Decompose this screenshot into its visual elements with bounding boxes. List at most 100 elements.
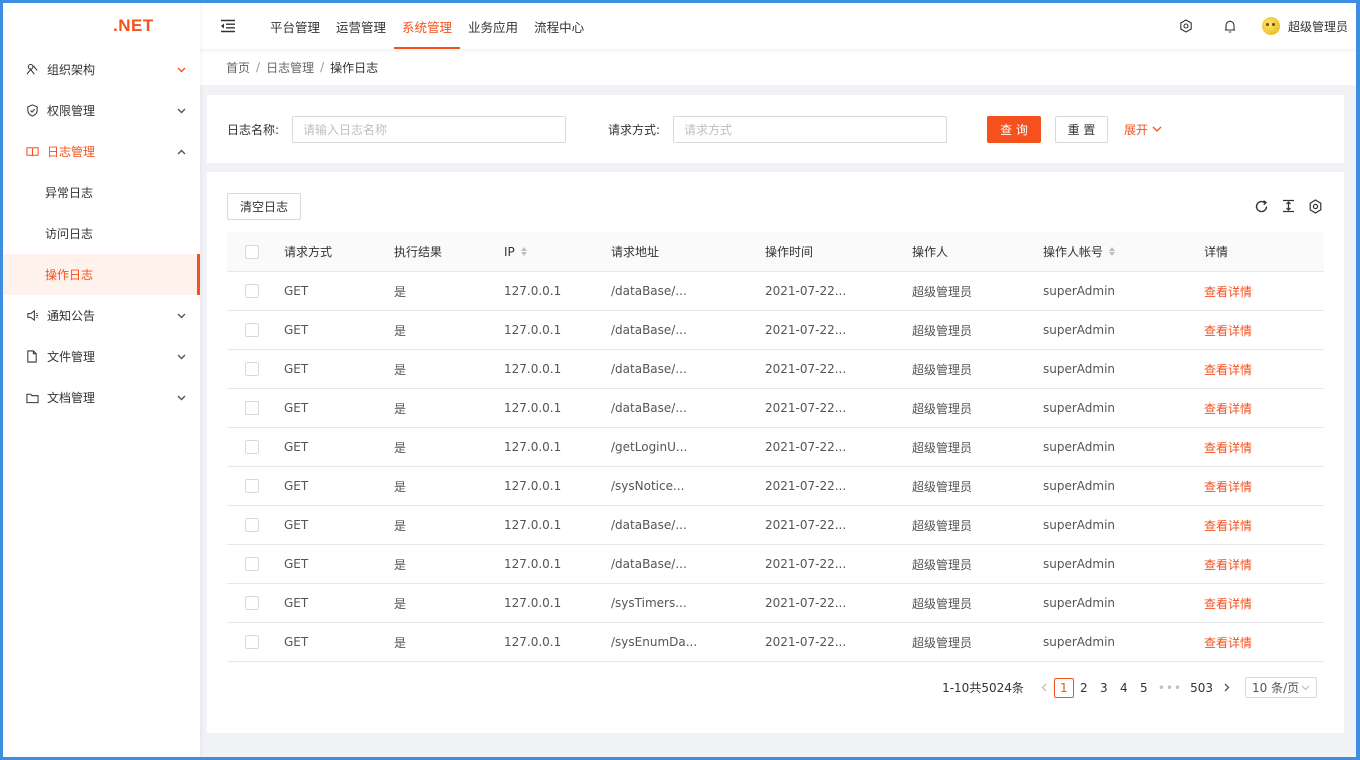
view-detail-link[interactable]: 查看详情 (1204, 517, 1324, 534)
expand-link[interactable]: 展开 (1124, 121, 1162, 138)
menu-fold-icon[interactable] (214, 12, 242, 40)
chevron-down-icon (1152, 126, 1162, 132)
cell-operator: 超级管理员 (912, 284, 973, 299)
nav-business[interactable]: 业务应用 (460, 3, 526, 49)
view-detail-link[interactable]: 查看详情 (1204, 556, 1324, 573)
select-all-checkbox[interactable] (245, 244, 259, 259)
nav-workflow[interactable]: 流程中心 (526, 3, 592, 49)
cell-time: 2021-07-22... (765, 362, 847, 376)
cell-result: 是 (394, 323, 407, 338)
cell-url: /sysTimers... (611, 596, 687, 610)
log-name-input[interactable]: 请输入日志名称 (292, 115, 566, 143)
view-detail-link[interactable]: 查看详情 (1204, 595, 1324, 612)
page-5[interactable]: 5 (1134, 678, 1154, 698)
row-checkbox[interactable] (245, 635, 259, 649)
settings-icon[interactable] (1306, 197, 1324, 215)
sidebar-subitem-exception-log[interactable]: 异常日志 (3, 172, 200, 213)
breadcrumb-logs[interactable]: 日志管理 (266, 59, 314, 76)
row-checkbox[interactable] (245, 596, 259, 610)
cell-ip: 127.0.0.1 (504, 440, 562, 454)
cell-ip: 127.0.0.1 (504, 323, 562, 337)
nav-system[interactable]: 系统管理 (394, 3, 461, 49)
row-checkbox[interactable] (245, 362, 259, 376)
top-nav: 平台管理 运营管理 系统管理 业务应用 流程中心 (262, 3, 592, 49)
refresh-icon[interactable] (1252, 197, 1270, 215)
sidebar-subitem-operation-log[interactable]: 操作日志 (3, 254, 200, 295)
nav-platform[interactable]: 平台管理 (262, 3, 328, 49)
method-input[interactable]: 请求方式 (673, 115, 947, 143)
query-button[interactable]: 查 询 (987, 115, 1041, 143)
row-checkbox[interactable] (245, 518, 259, 532)
sidebar-item-label: 日志管理 (47, 145, 96, 159)
gear-icon[interactable] (1176, 16, 1196, 36)
cell-result: 是 (394, 479, 407, 494)
sidebar-item-org[interactable]: 组织架构 (3, 49, 200, 90)
sort-icon[interactable] (520, 247, 527, 256)
cell-method: GET (284, 518, 309, 532)
table-row: GET 是 127.0.0.1/dataBase/... 2021-07-22... 超… (227, 545, 1324, 584)
cell-ip: 127.0.0.1 (504, 362, 562, 376)
cell-time: 2021-07-22... (765, 323, 847, 337)
log-table-card: 清空日志 请求方式 执行结果 IP 请求地址 操作时间 操作人 操作人帐号 详情… (207, 172, 1344, 733)
cell-method: GET (284, 596, 309, 610)
cell-account: superAdmin (1043, 284, 1116, 298)
breadcrumb-home[interactable]: 首页 (226, 59, 250, 76)
chevron-down-icon (176, 65, 186, 75)
page-2[interactable]: 2 (1074, 678, 1094, 698)
view-detail-link[interactable]: 查看详情 (1204, 478, 1324, 495)
bell-icon[interactable] (1220, 16, 1240, 36)
column-height-icon[interactable] (1279, 197, 1297, 215)
cell-method: GET (284, 323, 309, 337)
row-checkbox[interactable] (245, 440, 259, 454)
reset-button[interactable]: 重 置 (1055, 115, 1108, 143)
cell-url: /dataBase/... (611, 323, 687, 337)
row-checkbox[interactable] (245, 557, 259, 571)
nav-operation[interactable]: 运营管理 (328, 3, 394, 49)
page-last[interactable]: 503 (1186, 678, 1217, 698)
view-detail-link[interactable]: 查看详情 (1204, 439, 1324, 456)
sidebar-item-logs[interactable]: 日志管理 (3, 131, 200, 172)
prev-page-icon[interactable] (1034, 678, 1054, 698)
table-row: GET 是 127.0.0.1/getLoginU... 2021-07-22... 超… (227, 428, 1324, 467)
log-name-label: 日志名称: (227, 122, 280, 137)
sidebar-item-docs[interactable]: 文档管理 (3, 377, 200, 418)
view-detail-link[interactable]: 查看详情 (1204, 283, 1324, 300)
cell-account: superAdmin (1043, 479, 1116, 493)
sidebar-item-notice[interactable]: 通知公告 (3, 295, 200, 336)
breadcrumb-current: 操作日志 (330, 60, 379, 75)
sidebar-item-label: 文件管理 (47, 350, 96, 364)
view-detail-link[interactable]: 查看详情 (1204, 361, 1324, 378)
page-size-select[interactable]: 10 条/页 (1245, 677, 1317, 698)
cell-operator: 超级管理员 (912, 479, 973, 494)
page-3[interactable]: 3 (1094, 678, 1114, 698)
row-checkbox[interactable] (245, 323, 259, 337)
next-page-icon[interactable] (1217, 678, 1237, 698)
view-detail-link[interactable]: 查看详情 (1204, 634, 1324, 651)
page-1[interactable]: 1 (1053, 677, 1074, 698)
page-4[interactable]: 4 (1114, 678, 1134, 698)
view-detail-link[interactable]: 查看详情 (1204, 400, 1324, 417)
user-menu[interactable]: 超级管理员 (1261, 17, 1348, 35)
sidebar-item-label: 文档管理 (47, 391, 96, 405)
cell-url: /dataBase/... (611, 518, 687, 532)
jump-next-ellipsis[interactable]: ••• (1154, 678, 1186, 698)
view-detail-link[interactable]: 查看详情 (1204, 322, 1324, 339)
method-placeholder: 请求方式 (684, 122, 733, 137)
column-header-ip[interactable]: IP (504, 245, 611, 259)
row-checkbox[interactable] (245, 401, 259, 415)
cell-method: GET (284, 635, 309, 649)
cell-time: 2021-07-22... (765, 401, 847, 415)
column-header-account[interactable]: 操作人帐号 (1043, 243, 1204, 260)
method-label: 请求方式: (608, 122, 661, 137)
sort-icon[interactable] (1109, 247, 1116, 256)
sidebar-item-permission[interactable]: 权限管理 (3, 90, 200, 131)
sidebar-subitem-label: 操作日志 (45, 268, 94, 282)
cell-time: 2021-07-22... (765, 440, 847, 454)
sidebar-subitem-access-log[interactable]: 访问日志 (3, 213, 200, 254)
page-size-value: 10 条/页 (1252, 681, 1300, 695)
sidebar-item-files[interactable]: 文件管理 (3, 336, 200, 377)
row-checkbox[interactable] (245, 479, 259, 493)
row-checkbox[interactable] (245, 284, 259, 298)
cell-method: GET (284, 557, 309, 571)
clear-log-button[interactable]: 清空日志 (227, 192, 301, 220)
